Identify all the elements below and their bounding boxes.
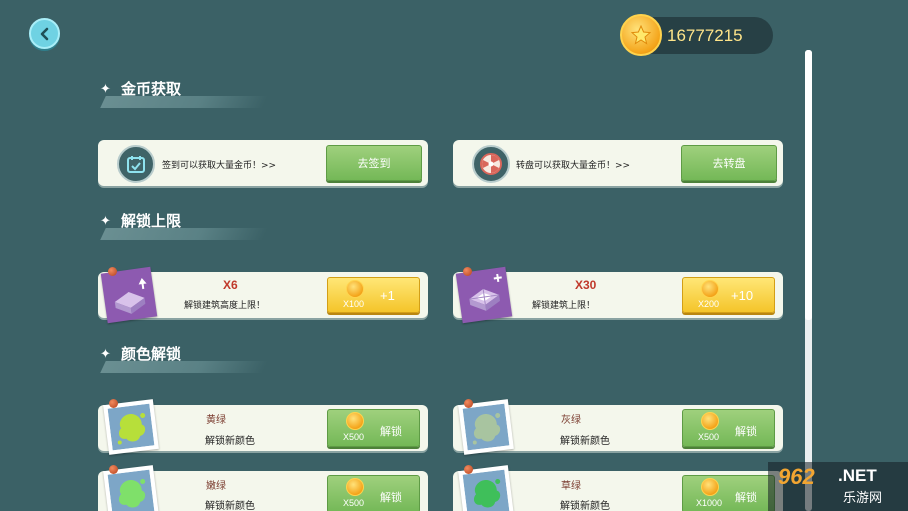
building-limit-desc: 解锁建筑上限！ <box>532 301 596 311</box>
unlock-height-button[interactable] <box>327 277 420 313</box>
unlock-label: 解锁 <box>735 492 757 504</box>
height-limit-count: X6 <box>223 278 238 292</box>
pin-icon <box>464 399 473 408</box>
unlock-color-button[interactable] <box>327 475 420 511</box>
building-limit-price: X200 <box>698 299 720 309</box>
color-price: X500 <box>343 498 365 508</box>
wheel-text[interactable]: 转盘可以获取大量金币！>> <box>516 158 630 171</box>
coin-count: 16777215 <box>667 26 743 45</box>
color-desc: 解锁新颜色 <box>560 436 610 447</box>
go-wheel-button[interactable]: 去转盘 <box>681 145 777 181</box>
height-limit-plus: +1 <box>380 288 395 303</box>
coin-icon <box>620 14 662 56</box>
back-button[interactable] <box>29 18 60 49</box>
watermark-logo: 962 <box>778 464 815 489</box>
coin-icon <box>701 478 719 496</box>
pin-icon <box>463 267 472 276</box>
color-name: 黄绿 <box>206 415 226 426</box>
building-limit-plus: +10 <box>731 288 754 303</box>
signin-text[interactable]: 签到可以获取大量金币！>> <box>162 158 276 171</box>
sparkle-icon: ✦ <box>100 214 111 229</box>
pin-icon <box>109 399 118 408</box>
building-limit-count: X30 <box>575 278 597 292</box>
watermark-cn: 乐游网 <box>843 491 883 506</box>
color-name: 草绿 <box>561 481 581 492</box>
unlock-label: 解锁 <box>380 426 402 438</box>
watermark-net: .NET <box>838 466 877 485</box>
color-desc: 解锁新颜色 <box>560 501 610 511</box>
color-desc: 解锁新颜色 <box>205 501 255 511</box>
height-limit-price: X100 <box>343 299 365 309</box>
scrollbar-thumb[interactable] <box>805 50 812 320</box>
section-title-limit: 解锁上限 <box>121 212 182 230</box>
unlock-label: 解锁 <box>380 492 402 504</box>
sparkle-icon: ✦ <box>100 347 111 362</box>
unlock-building-button[interactable] <box>682 277 775 313</box>
section-title-coins: 金币获取 <box>121 80 182 98</box>
coin-icon <box>701 412 719 430</box>
unlock-color-button[interactable] <box>682 409 775 447</box>
color-name: 灰绿 <box>561 415 581 426</box>
height-limit-desc: 解锁建筑高度上限！ <box>184 301 266 311</box>
pin-icon <box>109 465 118 474</box>
unlock-color-button[interactable] <box>327 409 420 447</box>
color-price: X1000 <box>696 498 723 508</box>
pin-icon <box>108 267 117 276</box>
color-price: X500 <box>698 432 720 442</box>
coin-icon <box>346 412 364 430</box>
section-title-colors: 颜色解锁 <box>121 345 182 363</box>
color-desc: 解锁新颜色 <box>205 436 255 447</box>
color-name: 嫩绿 <box>206 481 226 492</box>
sparkle-icon: ✦ <box>100 82 111 97</box>
unlock-label: 解锁 <box>735 426 757 438</box>
calendar-check-icon <box>117 145 155 183</box>
pin-icon <box>464 465 473 474</box>
coin-icon <box>346 280 364 298</box>
coin-icon <box>701 280 719 298</box>
color-price: X500 <box>343 432 365 442</box>
coin-icon <box>346 478 364 496</box>
go-signin-button[interactable]: 去签到 <box>326 145 422 181</box>
chevron-left-icon <box>40 27 48 40</box>
spin-wheel-icon <box>472 145 510 183</box>
